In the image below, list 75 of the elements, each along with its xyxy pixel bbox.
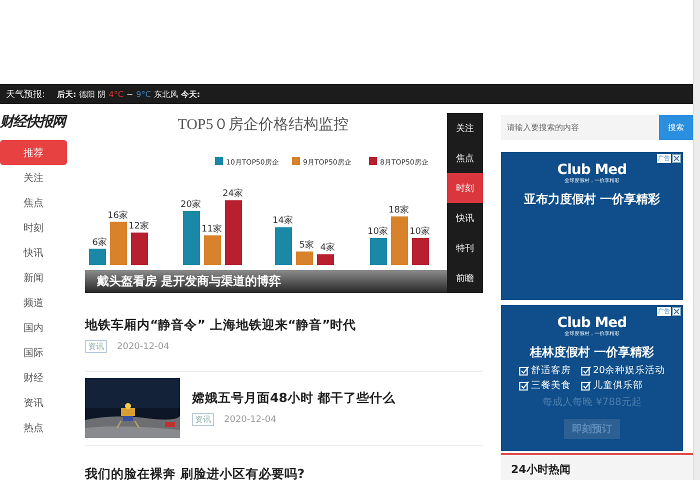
brand-logo: Club Med: [557, 163, 627, 178]
ad-price: 每成人每晚 ¥788元起: [542, 396, 642, 409]
weather-text: 4°C: [108, 90, 124, 98]
data-label: 5: [299, 240, 305, 250]
feature-text: 三餐美食: [530, 379, 571, 392]
unit-label: 家: [421, 227, 430, 237]
weather-text: 后天:: [57, 88, 76, 100]
nav-item[interactable]: 国际: [0, 340, 67, 365]
nav-item[interactable]: 快讯: [0, 240, 67, 265]
slider-tab[interactable]: 特刊: [447, 233, 483, 263]
feature-text: 儿童俱乐部: [592, 379, 643, 392]
unit-label: 家: [98, 238, 107, 248]
nav-item[interactable]: 财经: [0, 365, 67, 390]
unit-label: 家: [379, 227, 388, 237]
nav-item[interactable]: 关注: [0, 165, 67, 190]
data-label: 20: [180, 200, 192, 210]
data-label: 11: [202, 224, 213, 234]
nav-item[interactable]: 焦点: [0, 190, 67, 215]
data-label: 12: [128, 222, 140, 232]
nav-item[interactable]: 时刻: [0, 215, 67, 240]
slider-tab[interactable]: 前瞻: [447, 263, 483, 293]
article-title[interactable]: 嫦娥五号月面48小时 都干了些什么: [192, 390, 396, 407]
slider-tab[interactable]: 焦点: [447, 143, 483, 173]
checkbox-icon: [580, 380, 591, 390]
unit-label: 家: [400, 205, 409, 216]
data-label: 4: [320, 243, 326, 254]
data-label: 6: [92, 238, 98, 248]
data-label: 16: [108, 210, 119, 221]
unit-label: 家: [284, 216, 293, 226]
nav-item[interactable]: 资讯: [0, 390, 67, 415]
checkbox-icon: [518, 366, 529, 376]
unit-label: 家: [326, 243, 335, 254]
search-field[interactable]: 请输入要搜索的内容: [501, 115, 659, 140]
article-title[interactable]: 我们的脸在裸奔 刷脸进小区有必要吗?: [85, 466, 305, 480]
panel-title: 24小时热闻: [511, 463, 570, 476]
close-icon[interactable]: [672, 307, 681, 316]
checkbox-icon: [518, 380, 529, 390]
unit-label: 家: [192, 200, 201, 210]
data-label: 10: [410, 227, 421, 237]
checkbox-icon: [580, 366, 591, 376]
scrollbar[interactable]: [693, 0, 700, 480]
unit-label: 家: [119, 210, 128, 221]
article-date: 2020-12-04: [224, 414, 276, 424]
weather-text: ~: [126, 90, 134, 98]
weather-text: 今天:: [180, 88, 200, 100]
ad-headline: 桂林度假村 一价享精彩: [530, 344, 654, 361]
data-label: 14: [272, 216, 284, 226]
data-label: 10: [368, 227, 379, 237]
unit-label: 家: [305, 240, 314, 250]
weather-label: 天气预报:: [6, 88, 46, 100]
slider-tab[interactable]: 时刻: [447, 173, 483, 203]
nav-item[interactable]: 频道: [0, 290, 67, 315]
data-label: 24: [222, 189, 234, 200]
hero-caption[interactable]: 戴头盔看房 是开发商与渠道的博弈: [85, 270, 447, 293]
unit-label: 家: [234, 189, 243, 200]
chart-title: TOP5０房企价格结构监控: [178, 117, 348, 133]
unit-label: 家: [213, 224, 222, 234]
data-label: 18: [388, 205, 400, 216]
weather-text: 德阳 阴: [79, 88, 106, 100]
close-icon[interactable]: [672, 154, 681, 163]
nav-item[interactable]: 推荐: [0, 140, 67, 165]
nav-item[interactable]: 新闻: [0, 265, 67, 290]
article-date: 2020-12-04: [117, 342, 170, 352]
nav-item[interactable]: 热点: [0, 415, 67, 440]
article-title[interactable]: 地铁车厢内“静音令” 上海地铁迎来“静音”时代: [85, 317, 356, 334]
feature-text: 舒适客房: [530, 364, 571, 377]
brand-logo: Club Med: [557, 316, 627, 331]
weather-text: 9°C: [136, 90, 151, 98]
slider-tab[interactable]: 快讯: [447, 203, 483, 233]
nav-item[interactable]: 国内: [0, 315, 67, 340]
ad-headline: 亚布力度假村 一价享精彩: [524, 191, 660, 208]
feature-text: 20余种娱乐活动: [592, 364, 666, 377]
unit-label: 家: [140, 222, 149, 232]
slider-tab[interactable]: 关注: [447, 113, 483, 143]
weather-text: 东北风: [154, 88, 178, 100]
